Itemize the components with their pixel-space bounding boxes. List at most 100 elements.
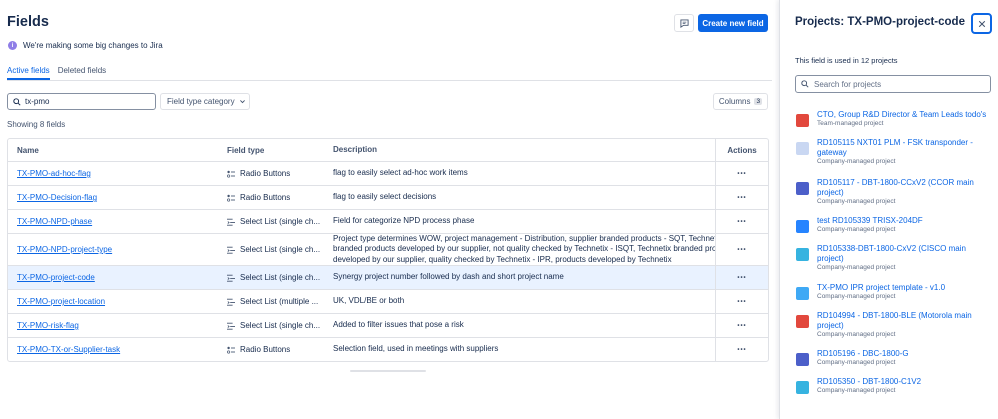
table-row: TX-PMO-NPD-project-type Select List (sing… [8,234,768,266]
row-actions: ••• [715,338,768,361]
project-name-link[interactable]: gateway [817,148,973,158]
project-list-item[interactable]: RD105338-DBT-1800-CxV2 (CISCO main projec… [796,244,992,283]
row-actions: ••• [715,290,768,313]
close-icon [978,20,985,27]
info-icon: i [8,41,17,50]
project-avatar [796,114,809,127]
project-text: CTO, Group R&D Director & Team Leads tod… [817,110,986,138]
row-actions: ••• [715,266,768,289]
project-name-link[interactable]: test RD105339 TRISX-204DF [817,216,923,226]
header-name[interactable]: Name [8,146,227,155]
description-line: developed by our supplier, quality check… [333,254,672,264]
description-line: Project type determines WOW, project man… [333,233,715,243]
more-actions-icon[interactable]: ••• [737,171,746,177]
table-row: TX-PMO-project-location Select List (mult… [8,290,768,314]
field-type-label: Radio Buttons [240,345,291,354]
field-type-label: Select List (multiple ... [240,297,319,306]
field-name-link[interactable]: TX-PMO-TX-or-Supplier-task [17,345,120,354]
project-name-link[interactable]: TX-PMO IPR project template - v1.0 [817,283,945,293]
field-type-label: Select List (single ch... [240,245,321,254]
select-icon [227,274,235,282]
feedback-icon [679,18,689,28]
table-cell-field-type: Select List (single ch... [227,217,333,226]
field-name-link[interactable]: TX-PMO-NPD-phase [17,217,92,226]
create-new-field-button[interactable]: Create new field [698,14,768,32]
field-type-label: Select List (single ch... [240,321,321,330]
project-list-item[interactable]: CTO, Group R&D Director & Team Leads tod… [796,110,992,138]
project-name-link[interactable]: RD105196 - DBC-1800-G [817,349,909,359]
description-line: flag to easily select decisions [333,192,437,202]
tab-deleted-fields[interactable]: Deleted fields [58,66,106,80]
more-actions-icon[interactable]: ••• [737,323,746,329]
field-name-link[interactable]: TX-PMO-project-code [17,273,95,282]
description-line: UK, VDL/BE or both [333,296,405,306]
row-actions: ••• [715,234,768,265]
table-cell-name: TX-PMO-ad-hoc-flag [8,169,227,178]
field-type-label: Radio Buttons [240,169,291,178]
project-list-item[interactable]: TX-PMO IPR project template - v1.0 Compan… [796,283,992,311]
project-name-link[interactable]: RD105117 - DBT-1800-CCxV2 (CCOR main [817,178,974,188]
table-cell-field-type: Radio Buttons [227,345,333,354]
project-list-item[interactable]: test RD105339 TRISX-204DF Company-managed… [796,216,992,244]
row-actions: ••• [715,314,768,337]
project-list-item[interactable]: RD105350 - DBT-1800-C1V2 Company-managed … [796,377,992,405]
more-actions-icon[interactable]: ••• [737,219,746,225]
project-search-placeholder: Search for projects [814,79,882,89]
more-actions-icon[interactable]: ••• [737,347,746,353]
project-text: RD105350 - DBT-1800-C1V2 Company-managed … [817,377,921,405]
project-text: RD105117 - DBT-1800-CCxV2 (CCOR main proj… [817,178,974,216]
field-name-link[interactable]: TX-PMO-ad-hoc-flag [17,169,91,178]
panel-usage-info: This field is used in 12 projects [795,56,898,65]
row-actions: ••• [715,162,768,185]
table-row: TX-PMO-Decision-flag Radio Buttons flag to… [8,186,768,210]
select-icon [227,322,235,330]
project-type: Company-managed project [817,198,896,205]
table-row: TX-PMO-TX-or-Supplier-task Radio Buttons S… [8,338,768,361]
project-name-link[interactable]: project) [817,254,966,264]
project-list: CTO, Group R&D Director & Team Leads tod… [796,110,992,405]
table-cell-field-type: Radio Buttons [227,169,333,178]
project-type: Company-managed project [817,359,896,366]
project-list-item[interactable]: RD105117 - DBT-1800-CCxV2 (CCOR main proj… [796,178,992,216]
more-actions-icon[interactable]: ••• [737,195,746,201]
more-actions-icon[interactable]: ••• [737,247,746,253]
field-name-link[interactable]: TX-PMO-NPD-project-type [17,245,112,254]
table-cell-field-type: Select List (single ch... [227,245,333,254]
feedback-button[interactable] [674,14,694,32]
project-name-link[interactable]: RD105350 - DBT-1800-C1V2 [817,377,921,387]
field-name-link[interactable]: TX-PMO-risk-flag [17,321,79,330]
project-list-item[interactable]: RD105196 - DBC-1800-G Company-managed pro… [796,349,992,377]
tab-active-fields[interactable]: Active fields [7,66,50,80]
project-name-link[interactable]: RD105338-DBT-1800-CxV2 (CISCO main [817,244,966,254]
project-avatar [796,182,809,195]
project-name-link[interactable]: project) [817,188,974,198]
horizontal-scrollbar[interactable] [350,370,426,372]
more-actions-icon[interactable]: ••• [737,275,746,281]
field-search-input[interactable]: tx-pmo [7,93,156,110]
more-actions-icon[interactable]: ••• [737,299,746,305]
header-field-type[interactable]: Field type [227,146,333,155]
header-description: Description [333,144,378,154]
field-type-label: Select List (single ch... [240,217,321,226]
project-name-link[interactable]: CTO, Group R&D Director & Team Leads tod… [817,110,986,120]
columns-button[interactable]: Columns 3 [713,93,768,110]
project-list-item[interactable]: RD104994 - DBT-1800-BLE (Motorola main pr… [796,311,992,349]
project-search-input[interactable]: Search for projects [795,75,991,93]
select-icon [227,218,235,226]
project-name-link[interactable]: project) [817,321,972,331]
project-name-link[interactable]: RD105115 NXT01 PLM - FSK transponder - [817,138,973,148]
table-cell-name: TX-PMO-NPD-project-type [8,245,227,254]
table-cell-field-type: Radio Buttons [227,193,333,202]
project-type: Company-managed project [817,158,896,165]
projects-side-panel: Projects: TX-PMO-project-code This field… [779,0,998,419]
field-type-label: Select List (single ch... [240,273,321,282]
close-panel-button[interactable] [971,13,992,34]
description-line: Added to filter issues that pose a risk [333,320,464,330]
field-type-category-dropdown[interactable]: Field type category [160,93,250,110]
field-name-link[interactable]: TX-PMO-Decision-flag [17,193,97,202]
project-list-item[interactable]: RD105115 NXT01 PLM - FSK transponder - ga… [796,138,992,178]
field-name-link[interactable]: TX-PMO-project-location [17,297,105,306]
change-banner[interactable]: i We're making some big changes to Jira [8,41,163,50]
project-type: Company-managed project [817,264,896,271]
project-name-link[interactable]: RD104994 - DBT-1800-BLE (Motorola main [817,311,972,321]
